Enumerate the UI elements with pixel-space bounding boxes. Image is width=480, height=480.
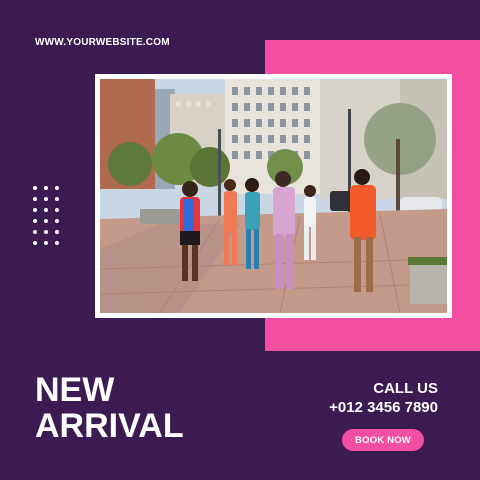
- dot: [44, 219, 48, 223]
- call-us-label: CALL US: [373, 380, 438, 397]
- dot: [44, 197, 48, 201]
- dot: [55, 208, 59, 212]
- dot: [33, 208, 37, 212]
- dot: [33, 241, 37, 245]
- dot: [44, 208, 48, 212]
- dot: [55, 230, 59, 234]
- dot: [33, 219, 37, 223]
- dot: [33, 230, 37, 234]
- headline-line-1: NEW: [35, 371, 115, 409]
- website-url[interactable]: WWW.YOURWEBSITE.COM: [35, 37, 170, 48]
- photo-frame: [95, 74, 452, 318]
- headline: NEW ARRIVAL: [35, 372, 184, 444]
- dot: [44, 230, 48, 234]
- dot: [55, 197, 59, 201]
- dot: [33, 186, 37, 190]
- promo-canvas: WWW.YOURWEBSITE.COM NEW ARRIVAL CALL US …: [0, 0, 480, 480]
- phone-number[interactable]: +012 3456 7890: [329, 399, 438, 416]
- headline-line-2: ARRIVAL: [35, 407, 184, 445]
- dot: [55, 219, 59, 223]
- street-fashion-photo: [100, 79, 447, 313]
- book-now-button[interactable]: BOOK NOW: [342, 429, 424, 451]
- dot-grid-decoration: [33, 186, 69, 250]
- dot: [33, 197, 37, 201]
- dot: [44, 241, 48, 245]
- photo-illustration: [100, 79, 447, 313]
- dot: [55, 186, 59, 190]
- dot: [55, 241, 59, 245]
- dot: [44, 186, 48, 190]
